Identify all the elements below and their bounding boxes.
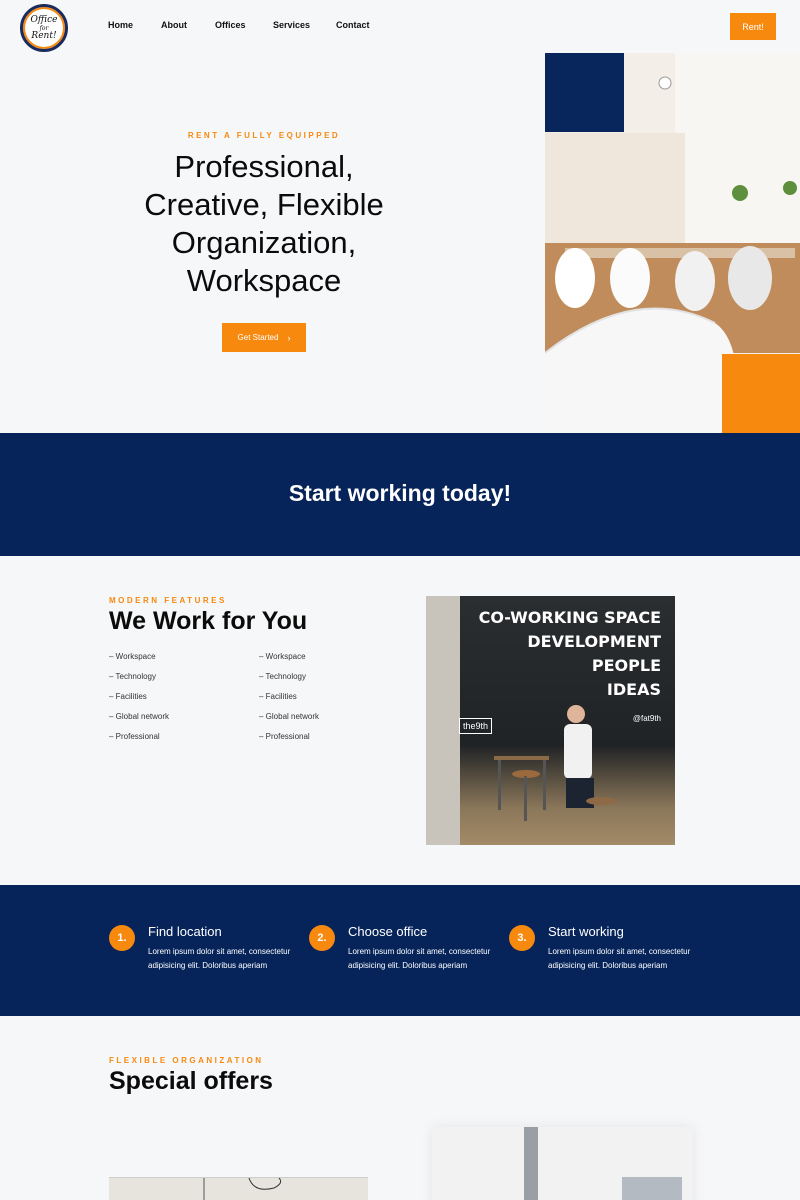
nav-contact[interactable]: Contact (336, 20, 370, 30)
features-list-left: – Workspace – Technology – Facilities – … (109, 652, 169, 752)
site-header: Office for Rent! Home About Offices Serv… (0, 0, 800, 53)
nav-home[interactable]: Home (108, 20, 161, 30)
hero-kicker: RENT A FULLY EQUIPPED (187, 131, 341, 140)
decor-orange-square (722, 354, 800, 433)
feature-item: – Workspace (259, 652, 306, 661)
feature-item: – Facilities (259, 692, 297, 701)
logo-text-office: Office (30, 14, 58, 25)
feature-item: – Professional (259, 732, 310, 741)
step-title: Find location (148, 924, 222, 939)
hero-title-line: Creative, Flexible (144, 187, 384, 222)
chevron-right-icon: › (287, 332, 291, 343)
offers-kicker: FLEXIBLE ORGANIZATION (109, 1056, 264, 1065)
hero-title-line: Organization, (171, 225, 357, 260)
person-at-table-illustration (494, 705, 616, 821)
offer-card[interactable] (432, 1127, 693, 1200)
feature-item: – Global network (109, 712, 170, 721)
get-started-label: Get Started (237, 333, 279, 342)
coworking-photo: CO-WORKING SPACE DEVELOPMENT PEOPLE IDEA… (426, 596, 675, 845)
nav-about[interactable]: About (161, 20, 215, 30)
step-number: 2. (309, 925, 335, 951)
main-nav: Home About Offices Services Contact (108, 20, 370, 30)
step-number: 1. (109, 925, 135, 951)
offer-card[interactable] (109, 1177, 368, 1200)
nav-offices[interactable]: Offices (215, 20, 273, 30)
hero-title-line: Workspace (186, 263, 342, 298)
step-title: Choose office (348, 924, 428, 939)
step-description: Lorem ipsum dolor sit amet, consectetur … (548, 947, 691, 970)
step-title: Start working (548, 924, 624, 939)
offer-card-image (203, 1177, 282, 1200)
features-title: We Work for You (109, 607, 308, 635)
logo-text-rent: Rent! (31, 30, 57, 41)
feature-item: – Technology (259, 672, 306, 681)
feature-item: – Global network (259, 712, 320, 721)
get-started-button[interactable]: Get Started › (222, 323, 306, 352)
feature-item: – Professional (109, 732, 160, 741)
hero-title-line: Professional, (174, 149, 354, 184)
feature-item: – Facilities (109, 692, 147, 701)
feature-item: – Technology (109, 672, 156, 681)
rent-button[interactable]: Rent! (730, 13, 776, 40)
decor-navy-square (545, 53, 624, 132)
offer-card-image-building (622, 1177, 682, 1200)
step-description: Lorem ipsum dolor sit amet, consectetur … (148, 947, 291, 970)
feature-item: – Workspace (109, 652, 156, 661)
nav-services[interactable]: Services (273, 20, 336, 30)
offer-card-image-pole (524, 1127, 538, 1200)
features-list-right: – Workspace – Technology – Facilities – … (259, 652, 319, 752)
cta-band-title: Start working today! (288, 480, 512, 506)
features-kicker: MODERN FEATURES (109, 596, 227, 605)
offers-title: Special offers (109, 1067, 273, 1095)
site-logo[interactable]: Office for Rent! (20, 4, 68, 52)
step-number: 3. (509, 925, 535, 951)
step-description: Lorem ipsum dolor sit amet, consectetur … (348, 947, 491, 970)
hero-title: Professional, Creative, Flexible Organiz… (0, 148, 528, 300)
